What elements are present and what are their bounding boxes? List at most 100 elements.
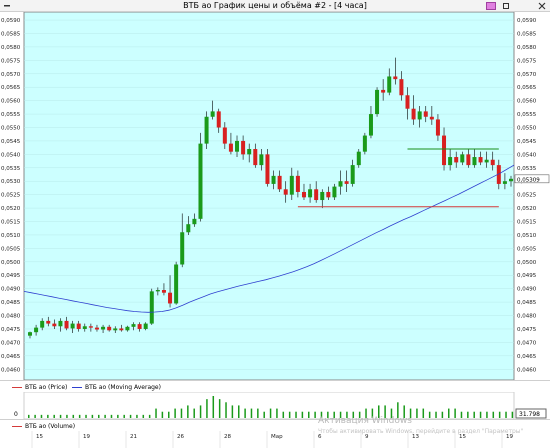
volume-bar xyxy=(308,411,310,418)
volume-bar xyxy=(269,408,272,418)
volume-bar xyxy=(486,411,488,418)
title-bar: ВТБ ао График цены и объёма #2 - [4 часа… xyxy=(0,0,550,12)
candle-body xyxy=(228,143,233,152)
candle-body xyxy=(466,154,471,166)
x-tick-label: 28 xyxy=(224,434,231,440)
candle-body xyxy=(46,320,51,324)
volume-bar xyxy=(212,396,215,418)
price-chart[interactable]: 0,0460 0,0465 0,0470 0,0475 0,0480 0,0485 0,04… xyxy=(0,12,550,380)
candle-body xyxy=(271,175,276,184)
y-tick-label-right: 0,0545 xyxy=(517,139,537,145)
volume-bar xyxy=(40,414,43,418)
candle-body xyxy=(113,328,118,331)
volume-bar xyxy=(206,399,208,418)
candle-body xyxy=(235,140,240,152)
y-tick-label-left: 0,0590 xyxy=(1,18,21,24)
volume-bar xyxy=(250,408,253,418)
y-tick-label-left: 0,0500 xyxy=(1,260,21,266)
volume-bar xyxy=(218,399,221,418)
x-tick-label: Мар xyxy=(271,434,283,440)
volume-bar xyxy=(53,414,55,418)
volume-bar xyxy=(498,411,501,418)
y-tick-label-right: 0,0475 xyxy=(517,327,537,333)
y-tick-label-right: 0,0495 xyxy=(517,273,537,279)
y-tick-label-left: 0,0550 xyxy=(1,126,21,132)
volume-bar xyxy=(454,408,456,418)
y-tick-label-left: 0,0580 xyxy=(1,45,21,51)
volume-bar xyxy=(492,411,495,418)
volume-bar xyxy=(301,411,304,418)
legend-volume-label: ВТБ ао (Volume) xyxy=(25,423,76,430)
y-tick-label-right: 0,0580 xyxy=(517,45,537,51)
candle-body xyxy=(362,135,367,152)
volume-bar xyxy=(78,414,81,418)
candle-body xyxy=(210,111,215,117)
candle-body xyxy=(356,151,361,166)
candle-body xyxy=(101,326,106,330)
price-legend: ВТБ ао (Price) ВТБ ао (Moving Average) xyxy=(0,380,550,392)
minimize-icon[interactable] xyxy=(486,2,496,10)
candle-body xyxy=(393,76,398,80)
volume-bar xyxy=(199,405,202,418)
candle-body xyxy=(119,328,124,331)
y-tick-label-left: 0,0520 xyxy=(1,206,21,212)
volume-bar xyxy=(34,414,36,418)
candle-body xyxy=(350,165,355,184)
volume-bar xyxy=(288,411,291,418)
candle-body xyxy=(94,327,99,330)
volume-bar xyxy=(123,414,125,418)
y-tick-label-left: 0,0560 xyxy=(1,99,21,105)
candle-body xyxy=(332,186,337,198)
candle-body xyxy=(326,191,331,198)
candle-body xyxy=(289,175,294,195)
volume-bar xyxy=(467,411,469,418)
candle-body xyxy=(417,111,422,120)
y-tick-label-left: 0,0565 xyxy=(1,85,21,91)
candle-body xyxy=(301,191,306,198)
candle-body xyxy=(429,116,434,120)
y-tick-label-left: 0,0540 xyxy=(1,152,21,158)
volume-chart[interactable]: 0 31.798 xyxy=(0,392,550,419)
volume-bar xyxy=(187,405,189,418)
candle-body xyxy=(338,181,343,187)
volume-bar xyxy=(136,414,138,418)
y-tick-label-right: 0,0565 xyxy=(517,85,537,91)
candle-body xyxy=(442,135,447,166)
candle-body xyxy=(28,332,32,336)
candle-body xyxy=(155,290,160,292)
volume-bar xyxy=(28,414,30,418)
x-tick-label: 21 xyxy=(130,434,137,440)
candle-body xyxy=(454,157,459,163)
candle-body xyxy=(448,157,453,166)
candle-body xyxy=(484,159,489,163)
restore-icon[interactable] xyxy=(502,2,510,10)
volume-bar xyxy=(435,411,437,418)
volume-bar xyxy=(91,414,94,418)
candle-body xyxy=(76,323,81,329)
volume-bar xyxy=(47,414,49,418)
candle-body xyxy=(186,224,191,233)
candle-body xyxy=(344,181,349,184)
candle-body xyxy=(478,157,483,163)
candle-body xyxy=(137,324,142,329)
y-tick-label-left: 0,0470 xyxy=(1,340,21,346)
candle-body xyxy=(180,232,185,265)
y-tick-label-left: 0,0535 xyxy=(1,166,21,172)
y-tick-label-right: 0,0525 xyxy=(517,193,537,199)
candle-body xyxy=(259,154,264,166)
candle-body xyxy=(107,326,112,331)
candle-body xyxy=(40,320,45,328)
volume-bar xyxy=(161,411,164,418)
volume-bar xyxy=(66,414,68,418)
window-title: ВТБ ао График цены и объёма #2 - [4 часа… xyxy=(183,1,367,10)
volume-bar xyxy=(238,405,240,418)
volume-bar xyxy=(276,408,278,418)
y-tick-label-left: 0,0480 xyxy=(1,314,21,320)
volume-bar xyxy=(225,402,227,418)
y-tick-label-right: 0,0480 xyxy=(517,314,537,320)
candle-body xyxy=(368,114,373,136)
y-tick-label-right: 0,0485 xyxy=(517,300,537,306)
windows-activation-watermark: Активация Windows xyxy=(318,416,412,426)
close-icon[interactable] xyxy=(538,2,546,10)
volume-bar xyxy=(231,405,234,418)
